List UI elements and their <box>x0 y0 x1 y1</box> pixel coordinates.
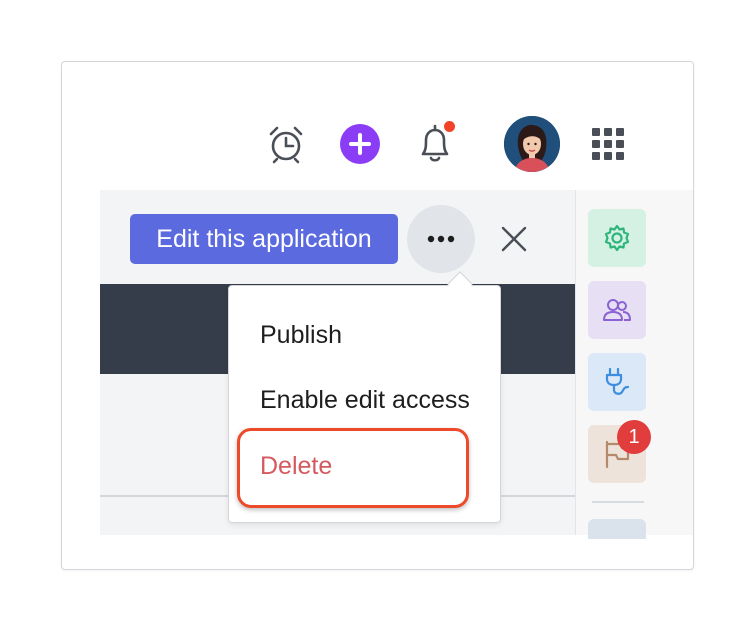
rail-button-partial[interactable] <box>588 519 646 539</box>
add-button[interactable] <box>340 124 380 164</box>
more-horizontal-icon <box>427 235 455 243</box>
plug-icon <box>605 367 630 395</box>
more-options-button[interactable] <box>407 205 475 273</box>
alarm-clock-icon[interactable] <box>266 124 306 164</box>
menu-item-publish[interactable]: Publish <box>260 321 342 350</box>
integrations-button[interactable] <box>588 353 646 411</box>
flag-badge: 1 <box>617 420 651 454</box>
menu-item-enable-edit-access[interactable]: Enable edit access <box>260 386 470 415</box>
settings-button[interactable] <box>588 209 646 267</box>
edit-application-button[interactable]: Edit this application <box>130 214 398 264</box>
settings-gear-icon <box>604 224 630 252</box>
avatar[interactable] <box>504 116 560 172</box>
notification-dot <box>444 121 455 132</box>
plus-icon <box>349 133 371 155</box>
people-button[interactable] <box>588 281 646 339</box>
apps-grid-icon[interactable] <box>592 128 624 160</box>
close-icon[interactable] <box>500 225 528 253</box>
app-card: Edit this application 1 Publish Enable e… <box>61 61 694 570</box>
people-icon <box>603 299 631 321</box>
rail-divider <box>592 501 644 503</box>
delete-highlight-outline <box>237 428 469 508</box>
